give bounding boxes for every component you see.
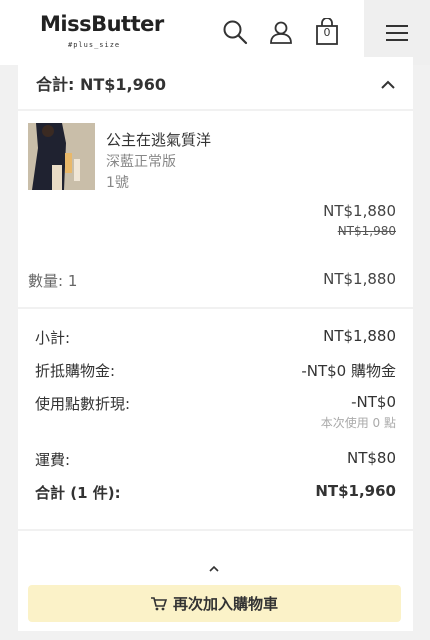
site-header: MissButter #plus_size 0 — [0, 0, 430, 65]
line-total: NT$1,880 — [323, 270, 396, 288]
menu-icon — [386, 24, 408, 41]
grand-total-label: 合計 (1 件): — [35, 484, 121, 502]
product-name[interactable]: 公主在逃氣質洋 — [106, 129, 211, 150]
shipping-value: NT$80 — [346, 449, 396, 467]
points-value: -NT$0 — [351, 393, 396, 411]
brand-logo[interactable]: MissButter #plus_size — [40, 12, 164, 54]
chevron-up-icon[interactable] — [208, 558, 220, 577]
menu-button[interactable] — [364, 0, 430, 65]
points-note: 本次使用 0 點 — [320, 416, 396, 430]
product-size: 1號 — [106, 175, 129, 191]
price-breakdown: 小計: NT$1,880 折抵購物金: -NT$0 購物金 使用點數折現: -N… — [18, 309, 413, 529]
product-thumbnail[interactable] — [28, 123, 95, 190]
subtotal-value: NT$1,880 — [323, 327, 396, 345]
logo-subtext: #plus_size — [68, 41, 121, 49]
add-to-cart-again-label: 再次加入購物車 — [172, 595, 278, 613]
quantity-label: 數量: 1 — [28, 272, 78, 290]
grand-total-value: NT$1,960 — [315, 482, 396, 500]
chevron-up-icon[interactable] — [381, 74, 395, 93]
actions-panel: 再次加入購物車 — [18, 531, 413, 631]
store-credit-label: 折抵購物金: — [35, 362, 116, 380]
points-label: 使用點數折現: — [35, 395, 131, 413]
cart-icon[interactable]: 0 — [313, 18, 341, 46]
order-summary-toggle[interactable]: 合計: NT$1,960 — [18, 57, 413, 109]
search-icon[interactable] — [221, 18, 249, 46]
store-credit-value: -NT$0 購物金 — [301, 362, 396, 380]
original-price: NT$1,980 — [337, 224, 396, 238]
shipping-label: 運費: — [35, 451, 71, 469]
logo-text: MissButter — [40, 12, 164, 36]
add-to-cart-again-button[interactable]: 再次加入購物車 — [28, 585, 401, 622]
sale-price: NT$1,880 — [323, 202, 396, 220]
order-total-heading: 合計: NT$1,960 — [36, 75, 167, 94]
cart-item: 公主在逃氣質洋 深藍正常版 1號 NT$1,880 NT$1,980 數量: 1… — [18, 111, 413, 307]
cart-icon — [150, 596, 167, 610]
subtotal-label: 小計: — [35, 329, 71, 347]
product-variant: 深藍正常版 — [106, 154, 176, 170]
cart-count-badge: 0 — [323, 26, 331, 39]
user-icon[interactable] — [267, 18, 295, 46]
